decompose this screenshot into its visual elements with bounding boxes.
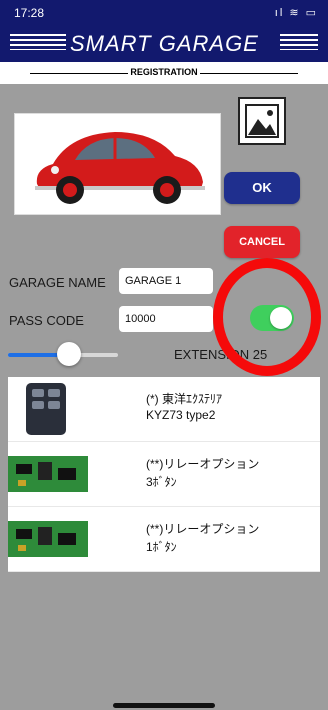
pass-code-label: PASS CODE bbox=[9, 313, 84, 328]
extension-slider[interactable] bbox=[8, 342, 118, 366]
status-icons: ıl ≋ ▭ bbox=[274, 7, 318, 19]
app-title: SMART GARAGE bbox=[70, 31, 259, 56]
device-name: (**)リレーオプション bbox=[146, 522, 260, 536]
device-model: 3ﾎﾞﾀﾝ bbox=[146, 475, 177, 489]
status-time: 17:28 bbox=[14, 6, 45, 20]
slider-thumb[interactable] bbox=[56, 342, 81, 366]
device-name: (**)リレーオプション bbox=[146, 457, 260, 471]
image-picker-button[interactable] bbox=[238, 97, 286, 145]
pass-code-field[interactable]: 10000 bbox=[119, 306, 213, 332]
remote-control-icon bbox=[26, 383, 66, 435]
cancel-button[interactable]: CANCEL bbox=[224, 226, 300, 258]
garage-name-field[interactable]: GARAGE 1 bbox=[119, 268, 213, 294]
app-header: SMART GARAGE bbox=[0, 26, 328, 62]
section-title: REGISTRATION bbox=[130, 67, 198, 77]
section-header: REGISTRATION bbox=[0, 62, 328, 84]
car-photo bbox=[14, 113, 221, 215]
ok-button[interactable]: OK bbox=[224, 172, 300, 204]
device-model: 1ﾎﾞﾀﾝ bbox=[146, 540, 177, 554]
image-icon bbox=[245, 104, 279, 138]
divider bbox=[200, 73, 298, 74]
device-model: KYZ73 type2 bbox=[146, 408, 216, 422]
circuit-board-icon bbox=[8, 521, 88, 557]
header-stripes-right bbox=[280, 34, 318, 50]
device-list[interactable]: (*) 東洋ｴｸｽﾃﾘｱ KYZ73 type2 (**)リレーオプション 3ﾎ… bbox=[8, 377, 320, 572]
device-name: (*) 東洋ｴｸｽﾃﾘｱ bbox=[146, 392, 222, 406]
list-item[interactable]: (**)リレーオプション 3ﾎﾞﾀﾝ bbox=[8, 442, 320, 507]
status-bar: 17:28 ıl ≋ ▭ bbox=[0, 0, 328, 26]
header-stripes-left bbox=[10, 34, 66, 50]
list-item[interactable]: (**)リレーオプション 1ﾎﾞﾀﾝ bbox=[8, 507, 320, 572]
highlight-circle bbox=[213, 258, 321, 376]
list-item[interactable]: (*) 東洋ｴｸｽﾃﾘｱ KYZ73 type2 bbox=[8, 377, 320, 442]
garage-name-label: GARAGE NAME bbox=[9, 275, 106, 290]
circuit-board-icon bbox=[8, 456, 88, 492]
home-indicator bbox=[113, 703, 215, 708]
